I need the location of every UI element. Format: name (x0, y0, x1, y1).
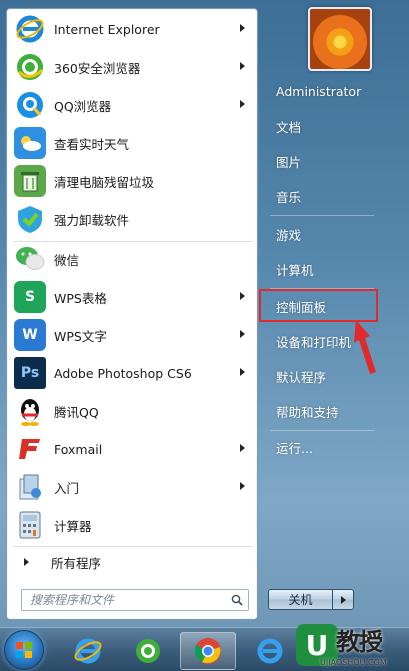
uninstall-icon (14, 203, 46, 235)
internet-explorer-icon (14, 13, 46, 45)
user-avatar[interactable] (308, 7, 372, 71)
program-label: 腾讯QQ (54, 404, 99, 420)
search-box[interactable] (21, 589, 249, 611)
program-foxmail[interactable]: Foxmail (10, 431, 255, 467)
program-wechat[interactable]: 微信 (10, 241, 255, 277)
internet-explorer-icon (257, 638, 283, 664)
qq-icon (14, 395, 46, 427)
calculator-icon (14, 509, 46, 541)
program-label: 查看实时天气 (54, 136, 130, 152)
taskbar-ie-second[interactable] (242, 632, 298, 670)
program-wps-spreadsheet[interactable]: S WPS表格 (10, 279, 255, 315)
submenu-arrow-icon (240, 100, 245, 108)
all-programs-arrow-icon (24, 558, 29, 566)
watermark-title: 教授 (336, 628, 383, 656)
weather-icon (14, 127, 46, 159)
program-getting-started[interactable]: 入门 (10, 469, 255, 505)
chrome-icon (194, 638, 221, 664)
right-item-games[interactable]: 游戏 (262, 219, 376, 249)
right-item-computer[interactable]: 计算机 (262, 254, 376, 284)
divider (13, 546, 253, 547)
program-weather[interactable]: 查看实时天气 (10, 125, 255, 161)
program-internet-explorer[interactable]: Internet Explorer (10, 11, 255, 47)
submenu-arrow-icon (240, 24, 245, 32)
program-qq[interactable]: 腾讯QQ (10, 393, 255, 429)
right-item-pictures[interactable]: 图片 (262, 146, 376, 176)
program-cleanup[interactable]: 清理电脑残留垃圾 (10, 163, 255, 199)
submenu-arrow-icon (240, 292, 245, 300)
wps-spreadsheet-icon: S (14, 281, 46, 313)
taskbar-internet-explorer[interactable] (60, 632, 116, 670)
all-programs-button[interactable]: 所有程序 (10, 549, 255, 575)
program-label: 计算器 (54, 518, 92, 534)
shutdown-button[interactable]: 关机 (269, 590, 333, 609)
submenu-arrow-icon (240, 482, 245, 490)
right-item-documents[interactable]: 文档 (262, 111, 376, 141)
chevron-right-icon (340, 595, 346, 604)
program-label: 入门 (54, 480, 80, 496)
internet-explorer-icon (74, 638, 102, 664)
program-label: 清理电脑残留垃圾 (54, 174, 155, 190)
shutdown-button-group: 关机 (268, 589, 354, 610)
wechat-icon (14, 243, 46, 275)
right-item-music[interactable]: 音乐 (262, 181, 376, 211)
search-input[interactable] (30, 593, 226, 607)
site-watermark: U 教授 UJIAOSHOU.COM (296, 622, 408, 670)
all-programs-label: 所有程序 (51, 555, 102, 571)
qq-browser-icon (14, 89, 46, 121)
program-label: 微信 (54, 252, 80, 268)
cleanup-icon (14, 165, 46, 197)
red-arrow-icon (354, 320, 376, 374)
program-label: Internet Explorer (54, 21, 160, 37)
taskbar-chrome[interactable] (180, 632, 236, 670)
foxmail-icon (14, 433, 46, 465)
program-label: WPS文字 (54, 328, 107, 344)
right-item-run[interactable]: 运行... (262, 432, 376, 462)
360-browser-icon (14, 51, 46, 83)
search-icon[interactable] (226, 590, 248, 610)
user-name-link[interactable]: Administrator (262, 76, 376, 106)
wps-writer-icon: W (14, 319, 46, 351)
divider (270, 215, 374, 216)
getting-started-icon (14, 471, 46, 503)
submenu-arrow-icon (240, 368, 245, 376)
start-orb-button[interactable] (4, 630, 44, 670)
program-360-browser[interactable]: 360安全浏览器 (10, 49, 255, 85)
program-uninstall[interactable]: 强力卸载软件 (10, 201, 255, 237)
program-label: QQ浏览器 (54, 98, 112, 114)
program-qq-browser[interactable]: QQ浏览器 (10, 87, 255, 123)
taskbar-360-browser[interactable] (120, 632, 176, 670)
programs-pane: Internet Explorer 360安全浏览器 QQ浏览器 查看实时天气 (6, 8, 258, 620)
start-menu: Internet Explorer 360安全浏览器 QQ浏览器 查看实时天气 (0, 0, 409, 627)
program-label: 强力卸载软件 (54, 212, 130, 228)
program-wps-writer[interactable]: W WPS文字 (10, 317, 255, 353)
submenu-arrow-icon (240, 62, 245, 70)
right-item-help-support[interactable]: 帮助和支持 (262, 396, 376, 426)
submenu-arrow-icon (240, 330, 245, 338)
photoshop-icon: Ps (14, 357, 46, 389)
program-calculator[interactable]: 计算器 (10, 507, 255, 543)
shutdown-options-button[interactable] (333, 590, 353, 609)
program-label: Adobe Photoshop CS6 (54, 365, 192, 381)
program-label: WPS表格 (54, 290, 107, 306)
submenu-arrow-icon (240, 444, 245, 452)
watermark-url: UJIAOSHOU.COM (320, 658, 387, 667)
divider (270, 430, 374, 431)
360-browser-icon (136, 639, 160, 663)
program-label: Foxmail (54, 441, 103, 457)
program-photoshop[interactable]: Ps Adobe Photoshop CS6 (10, 355, 255, 391)
program-label: 360安全浏览器 (54, 60, 141, 76)
